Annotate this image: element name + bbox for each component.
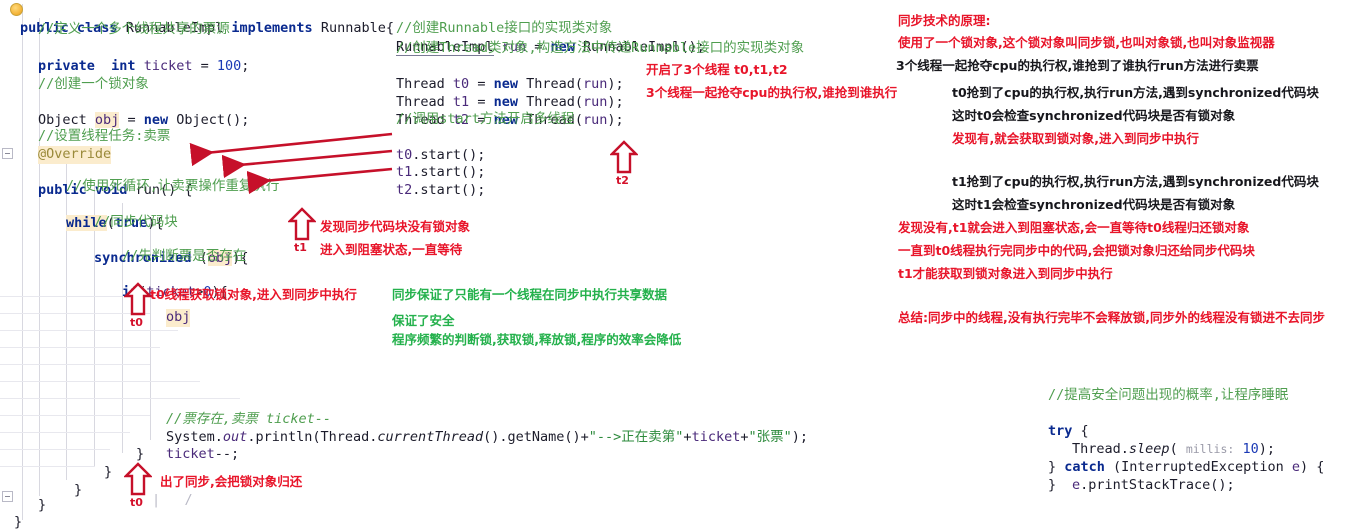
token-100: 100: [216, 57, 242, 74]
comment-create-thread: //创建Thread类对象,构造方法中传递Runnable接口的实现类对象: [396, 40, 805, 56]
token-obj-ghost: obj: [166, 309, 191, 327]
token-println: println: [255, 428, 313, 445]
token-currentThread: currentThread: [377, 428, 484, 445]
row-highlight: [0, 466, 95, 467]
annotation-t0-release-lock: 出了同步,会把锁对象归还: [160, 474, 303, 489]
right-panel-line-6: t1抢到了cpu的执行权,执行run方法,遇到synchronized代码块: [952, 174, 1319, 189]
annotation-t1-blocked: 进入到阻塞状态,一直等待: [320, 242, 463, 257]
brace-ghost-1: | /: [152, 492, 193, 508]
up-arrow-t1-icon: [288, 207, 316, 241]
row-highlight: [0, 381, 200, 382]
row-highlight: [0, 296, 122, 297]
token-Object2: Object: [176, 111, 226, 128]
token-obj: obj: [94, 111, 120, 128]
stmt-t2-start[interactable]: t2.start();: [396, 164, 485, 199]
token-new: new: [143, 111, 169, 128]
comment-sync-block: //同步代码块: [94, 214, 178, 230]
up-arrow-t0-release-icon: [124, 462, 152, 496]
comment-ticket-source: //定义一个多个线程共享的票源: [38, 21, 230, 37]
token-interface: Runnable: [320, 19, 386, 36]
field-ticket-decl[interactable]: private int ticket = 100;: [38, 40, 249, 75]
row-highlight: [0, 415, 150, 416]
token-Thread: Thread: [320, 428, 370, 445]
up-arrow-t2-icon: [610, 140, 638, 174]
row-highlight: [0, 432, 130, 433]
thread-tag-t0-release: t0: [130, 496, 143, 509]
indent-guide: [22, 4, 23, 520]
brace-close-while: }: [74, 482, 83, 498]
annotation-cpu-race: 3个线程一起抢夺cpu的执行权,谁抢到谁执行: [646, 85, 898, 100]
code-fold-toggle[interactable]: [2, 491, 13, 502]
brace-close-if: }: [136, 446, 145, 462]
comment-lock-object: //创建一个锁对象: [38, 76, 149, 92]
screenshot-root: public class RunnableImpl implements Run…: [0, 0, 1360, 530]
token-printStackTrace: printStackTrace: [1088, 476, 1211, 493]
brace-close-try: }: [1048, 477, 1057, 493]
brace-close-method: }: [38, 497, 47, 513]
token-ticket3: ticket: [691, 428, 741, 445]
token-implements: implements: [231, 19, 313, 36]
code-fold-toggle[interactable]: [2, 148, 13, 159]
right-panel-line-4: 发现有,就会获取到锁对象,进入到同步中执行: [952, 131, 1199, 146]
right-panel-title: 同步技术的原理:: [898, 13, 991, 28]
row-highlight: [0, 347, 160, 348]
thread-tag-t2: t2: [616, 174, 629, 187]
right-panel-line-7: 这时t1会检查synchronized代码块是否有锁对象: [952, 197, 1236, 212]
token-str-zhang: "张票": [748, 428, 792, 445]
token-ticket4: ticket: [166, 445, 215, 462]
annotation-t1-no-lock: 发现同步代码块没有锁对象: [320, 219, 471, 234]
right-panel-summary: 总结:同步中的线程,没有执行完毕不会释放锁,同步外的线程没有锁进不去同步: [898, 310, 1325, 325]
comment-call-start: //调用start方法开启多线程: [396, 111, 575, 127]
comment-infinite-loop: //使用死循环,让卖票操作重复执行: [66, 178, 280, 194]
right-panel-line-1: 3个线程一起抢夺cpu的执行权,谁抢到了谁执行run方法进行卖票: [896, 58, 1259, 73]
right-panel-line-0: 使用了一个锁对象,这个锁对象叫同步锁,也叫对象锁,也叫对象监视器: [898, 35, 1275, 50]
right-panel-line-10: t1才能获取到锁对象进入到同步中执行: [898, 266, 1113, 281]
row-highlight: [0, 449, 110, 450]
field-obj-decl[interactable]: Object obj = new Object();: [38, 94, 249, 129]
comment-judge-ticket: //先判断票是否存在: [122, 248, 247, 264]
token-int: int: [111, 57, 136, 74]
token-Object: Object: [38, 111, 87, 128]
token-arg-run2: run: [583, 111, 608, 128]
annotation-sync-guarantee: 同步保证了只能有一个线程在同步中执行共享数据: [392, 287, 668, 302]
stmt-ticket-decrement[interactable]: ticket--;: [166, 428, 239, 463]
comment-sleep: //提高安全问题出现的概率,让程序睡眠: [1048, 387, 1289, 403]
token-start2: start: [420, 181, 462, 198]
token-e: e: [1291, 458, 1301, 475]
row-highlight: [0, 364, 150, 365]
row-highlight: [0, 330, 178, 331]
token-e2: e: [1072, 476, 1081, 493]
right-panel-line-2: t0抢到了cpu的执行权,执行run方法,遇到synchronized代码块: [952, 85, 1319, 100]
right-panel-line-9: 一直到t0线程执行完同步中的代码,会把锁对象归还给同步代码块: [898, 243, 1255, 258]
stmt-println[interactable]: System.out.println(Thread.currentThread(…: [166, 411, 808, 446]
annotation-override: @Override: [38, 146, 112, 164]
annotation-sync-safety: 保证了安全: [392, 313, 455, 328]
comment-thread-task: //设置线程任务:卖票: [38, 128, 171, 144]
token-getName: getName: [507, 428, 565, 445]
brace-close-sync: }: [104, 464, 113, 480]
right-panel-line-3: 这时t0会检查synchronized代码块是否有锁对象: [952, 108, 1236, 123]
token-str-selling: "-->正在卖第": [588, 428, 684, 445]
right-panel-line-8: 发现没有,t1就会进入到阻塞状态,会一直等待t0线程归还锁对象: [898, 220, 1250, 235]
token-try: try: [1048, 422, 1073, 439]
thread-tag-t1: t1: [294, 241, 307, 254]
stmt-printstacktrace[interactable]: e.printStackTrace();: [1072, 459, 1235, 494]
up-arrow-t0-enter-icon: [124, 282, 152, 316]
annotation-sync-efficiency: 程序频繁的判断锁,获取锁,释放锁,程序的效率会降低: [392, 332, 682, 347]
token-ticket: ticket: [143, 57, 193, 74]
annotation-t0-acquire-lock: t0线程获取锁对象,进入到同步中执行: [150, 287, 357, 302]
thread-tag-t0-enter: t0: [130, 316, 143, 329]
brace-close-class: }: [14, 514, 23, 530]
token-private: private: [38, 57, 95, 74]
annotation-three-threads-started: 开启了3个线程 t0,t1,t2: [646, 62, 788, 77]
token-t2-call: t2: [396, 181, 413, 198]
